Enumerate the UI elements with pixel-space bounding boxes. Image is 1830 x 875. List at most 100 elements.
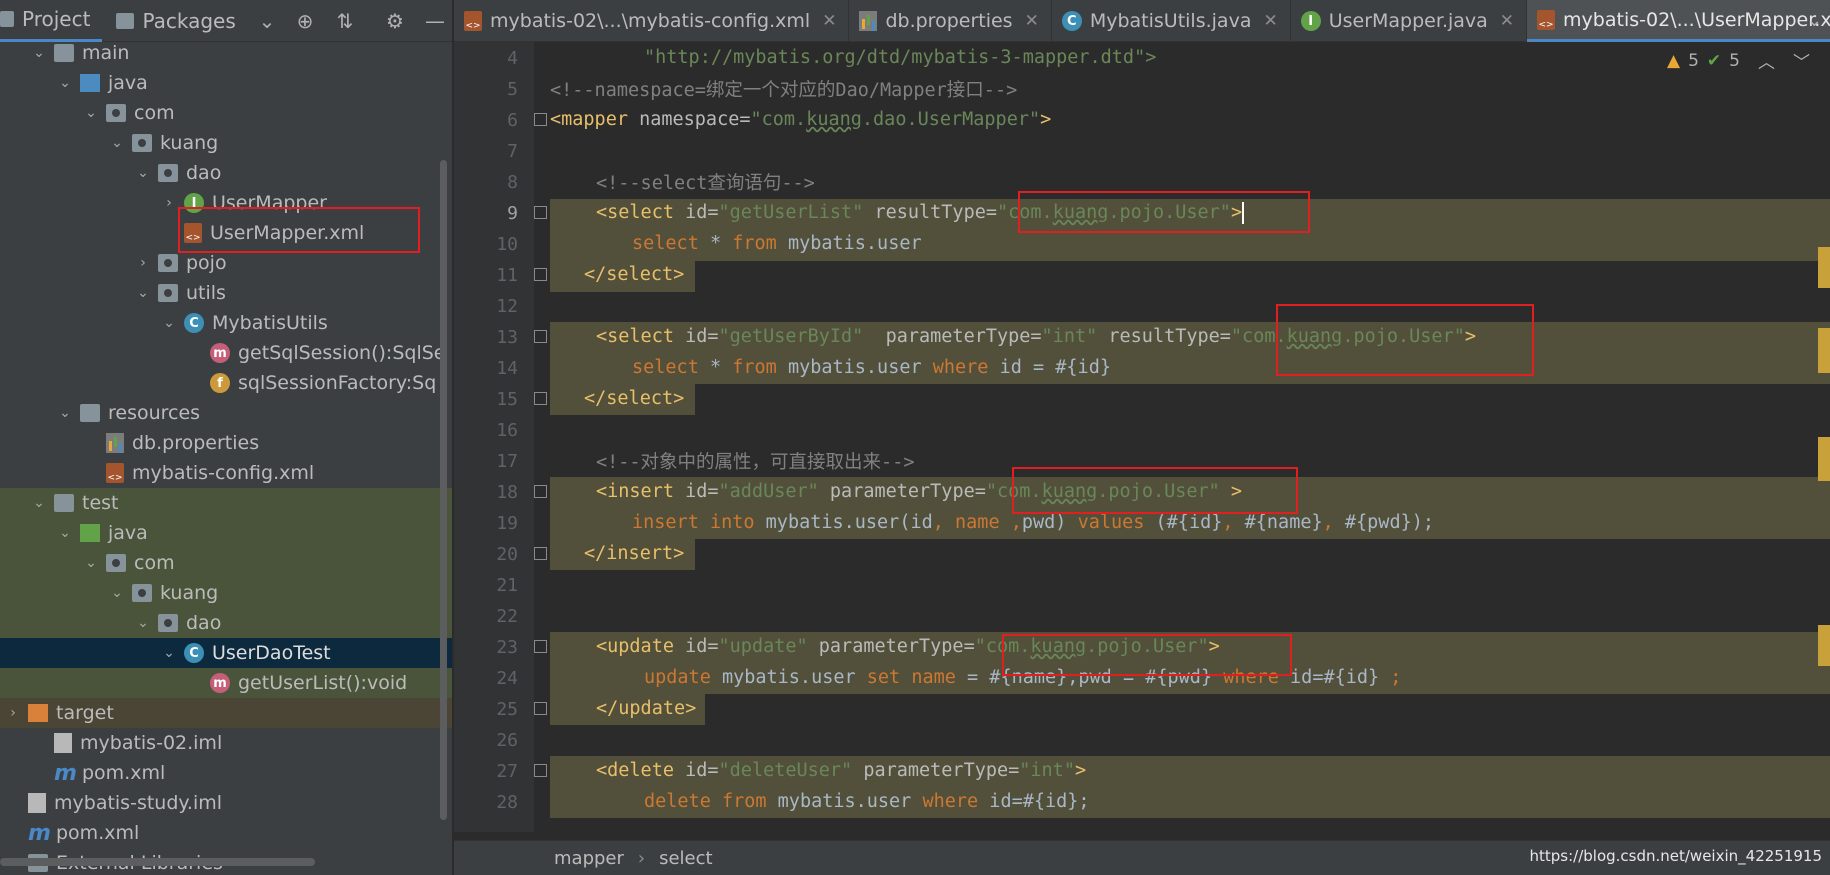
tree-item[interactable]: ⌄ com xyxy=(0,98,452,128)
fold-marker-icon[interactable] xyxy=(534,330,547,343)
code-tag: > xyxy=(1074,760,1087,781)
chevron-up-icon[interactable]: ︿ xyxy=(1758,48,1775,73)
tree-item[interactable]: ⌄ com xyxy=(0,548,452,578)
tree-item[interactable]: m getUserList():void xyxy=(0,668,452,698)
editor-tab[interactable]: db.properties ✕ xyxy=(849,0,1052,42)
fold-marker-icon[interactable] xyxy=(534,392,547,405)
excluded-folder-icon xyxy=(28,704,48,722)
tree-item[interactable]: ⌄ main xyxy=(0,38,452,68)
tree-item[interactable]: ⌄ resources xyxy=(0,398,452,428)
tree-item[interactable]: ⌄ test xyxy=(0,488,452,518)
scroll-marker[interactable] xyxy=(1818,437,1830,481)
tree-item[interactable]: mybatis-study.iml xyxy=(0,788,452,818)
tree-item[interactable]: db.properties xyxy=(0,428,452,458)
editor-tab[interactable]: <> mybatis-02\...\mybatis-config.xml ✕ xyxy=(454,0,850,42)
fold-marker-icon[interactable] xyxy=(534,764,547,777)
code-attr: id= xyxy=(685,326,719,347)
chevron-down-icon[interactable]: ⌄ xyxy=(56,75,74,91)
gear-icon[interactable]: ⚙ xyxy=(383,9,407,33)
tree-item[interactable]: ⌄ dao xyxy=(0,158,452,188)
chevron-down-icon[interactable]: ⌄ xyxy=(160,645,178,661)
sql-text: #{name} xyxy=(1233,512,1323,533)
tree-item[interactable]: m getSqlSession():SqlSe xyxy=(0,338,452,368)
chevron-down-icon[interactable]: ⌄ xyxy=(1807,10,1822,31)
locate-icon[interactable]: ⊕ xyxy=(293,9,317,33)
tree-item[interactable]: m pom.xml xyxy=(0,818,452,848)
project-tree[interactable]: ⌄ main ⌄ java ⌄ com ⌄ kuang ⌄ dao › I UserMapper <> Us… xyxy=(0,38,452,875)
close-icon[interactable]: ✕ xyxy=(1025,11,1039,31)
code-attr: id= xyxy=(685,481,719,502)
minimize-icon[interactable]: — xyxy=(423,9,447,33)
editor-tab[interactable]: I UserMapper.java ✕ xyxy=(1291,0,1528,42)
chevron-down-icon[interactable]: ⌄ xyxy=(56,525,74,541)
properties-file-icon xyxy=(106,433,124,453)
line-number: 15 xyxy=(496,389,518,410)
line-number: 13 xyxy=(496,327,518,348)
ok-count: 5 xyxy=(1729,50,1740,71)
chevron-down-icon[interactable]: ⌄ xyxy=(108,585,126,601)
tree-item[interactable]: › target xyxy=(0,698,452,728)
chevron-down-icon[interactable]: ⌄ xyxy=(108,135,126,151)
editor-tab[interactable]: <>mybatis-02\...\UserMapper.xml✕ xyxy=(1527,0,1830,42)
tab-packages[interactable]: Packages xyxy=(116,0,247,42)
collapse-all-icon[interactable]: ⇅ xyxy=(333,9,357,33)
tree-item[interactable]: f sqlSessionFactory:Sq xyxy=(0,368,452,398)
tree-item[interactable]: ⌄ dao xyxy=(0,608,452,638)
tree-item[interactable]: mybatis-02.iml xyxy=(0,728,452,758)
tree-item[interactable]: ⌄ java xyxy=(0,518,452,548)
close-icon[interactable]: ✕ xyxy=(822,11,836,31)
xml-file-icon: <> xyxy=(464,11,482,31)
line-number: 7 xyxy=(507,141,518,162)
fold-marker-icon[interactable] xyxy=(534,206,547,219)
close-icon[interactable]: ✕ xyxy=(1500,11,1514,31)
breadcrumb-item-mapper[interactable]: mapper xyxy=(554,848,624,869)
tree-item[interactable]: ⌄ utils xyxy=(0,278,452,308)
fold-marker-icon[interactable] xyxy=(534,268,547,281)
chevron-down-icon[interactable]: ⌄ xyxy=(30,495,48,511)
package-icon xyxy=(158,284,178,302)
tree-item[interactable]: ⌄ java xyxy=(0,68,452,98)
chevron-down-icon[interactable]: ⌄ xyxy=(134,285,152,301)
check-icon: ✔ xyxy=(1706,50,1722,71)
code-attr: id= xyxy=(685,202,719,223)
breadcrumb-item-select[interactable]: select xyxy=(659,848,712,869)
chevron-down-icon[interactable]: ⌄ xyxy=(82,555,100,571)
chevron-down-icon[interactable]: ⌄ xyxy=(255,9,279,33)
code-area[interactable]: "http://mybatis.org/dtd/mybatis-3-mapper… xyxy=(550,42,1830,832)
inspection-widget[interactable]: ▲ 5 ✔ 5 ︿ ﹀ xyxy=(1667,48,1810,74)
scroll-marker[interactable] xyxy=(1818,625,1830,666)
tree-item[interactable]: <> mybatis-config.xml xyxy=(0,458,452,488)
code-tag: </update> xyxy=(596,698,697,719)
tree-item[interactable]: ⌄ kuang xyxy=(0,128,452,158)
chevron-down-icon[interactable]: ⌄ xyxy=(134,165,152,181)
tab-project[interactable]: Project xyxy=(0,0,103,42)
chevron-right-icon[interactable]: › xyxy=(160,195,178,211)
close-icon[interactable]: ✕ xyxy=(1263,11,1277,31)
xml-file-icon: <> xyxy=(1537,9,1556,30)
fold-marker-icon[interactable] xyxy=(534,485,547,498)
chevron-down-icon[interactable]: ⌄ xyxy=(82,105,100,121)
maven-icon: m xyxy=(28,820,51,846)
chevron-right-icon[interactable]: › xyxy=(134,255,152,271)
chevron-right-icon[interactable]: › xyxy=(4,705,22,721)
chevron-down-icon[interactable]: ﹀ xyxy=(1793,48,1810,73)
chevron-down-icon[interactable]: ⌄ xyxy=(160,315,178,331)
tree-horizontal-scrollbar[interactable] xyxy=(0,858,315,866)
editor-tab[interactable]: C MybatisUtils.java ✕ xyxy=(1052,0,1291,42)
tree-item[interactable]: m pom.xml xyxy=(0,758,452,788)
fold-marker-icon[interactable] xyxy=(534,547,547,560)
tree-item[interactable]: ⌄ C MybatisUtils xyxy=(0,308,452,338)
fold-marker-icon[interactable] xyxy=(534,113,547,126)
scroll-marker[interactable] xyxy=(1818,328,1830,373)
fold-marker-icon[interactable] xyxy=(534,702,547,715)
sql-text: id=#{id} xyxy=(1278,667,1391,688)
tree-item-label: pom.xml xyxy=(56,822,140,844)
fold-marker-icon[interactable] xyxy=(534,640,547,653)
chevron-down-icon[interactable]: ⌄ xyxy=(56,405,74,421)
chevron-down-icon[interactable]: ⌄ xyxy=(134,615,152,631)
chevron-down-icon[interactable]: ⌄ xyxy=(30,45,48,61)
tree-vertical-scrollbar[interactable] xyxy=(440,160,447,820)
tree-item[interactable]: ⌄ kuang xyxy=(0,578,452,608)
scroll-marker[interactable] xyxy=(1818,247,1830,288)
tree-item[interactable]: ⌄ C UserDaoTest xyxy=(0,638,452,668)
